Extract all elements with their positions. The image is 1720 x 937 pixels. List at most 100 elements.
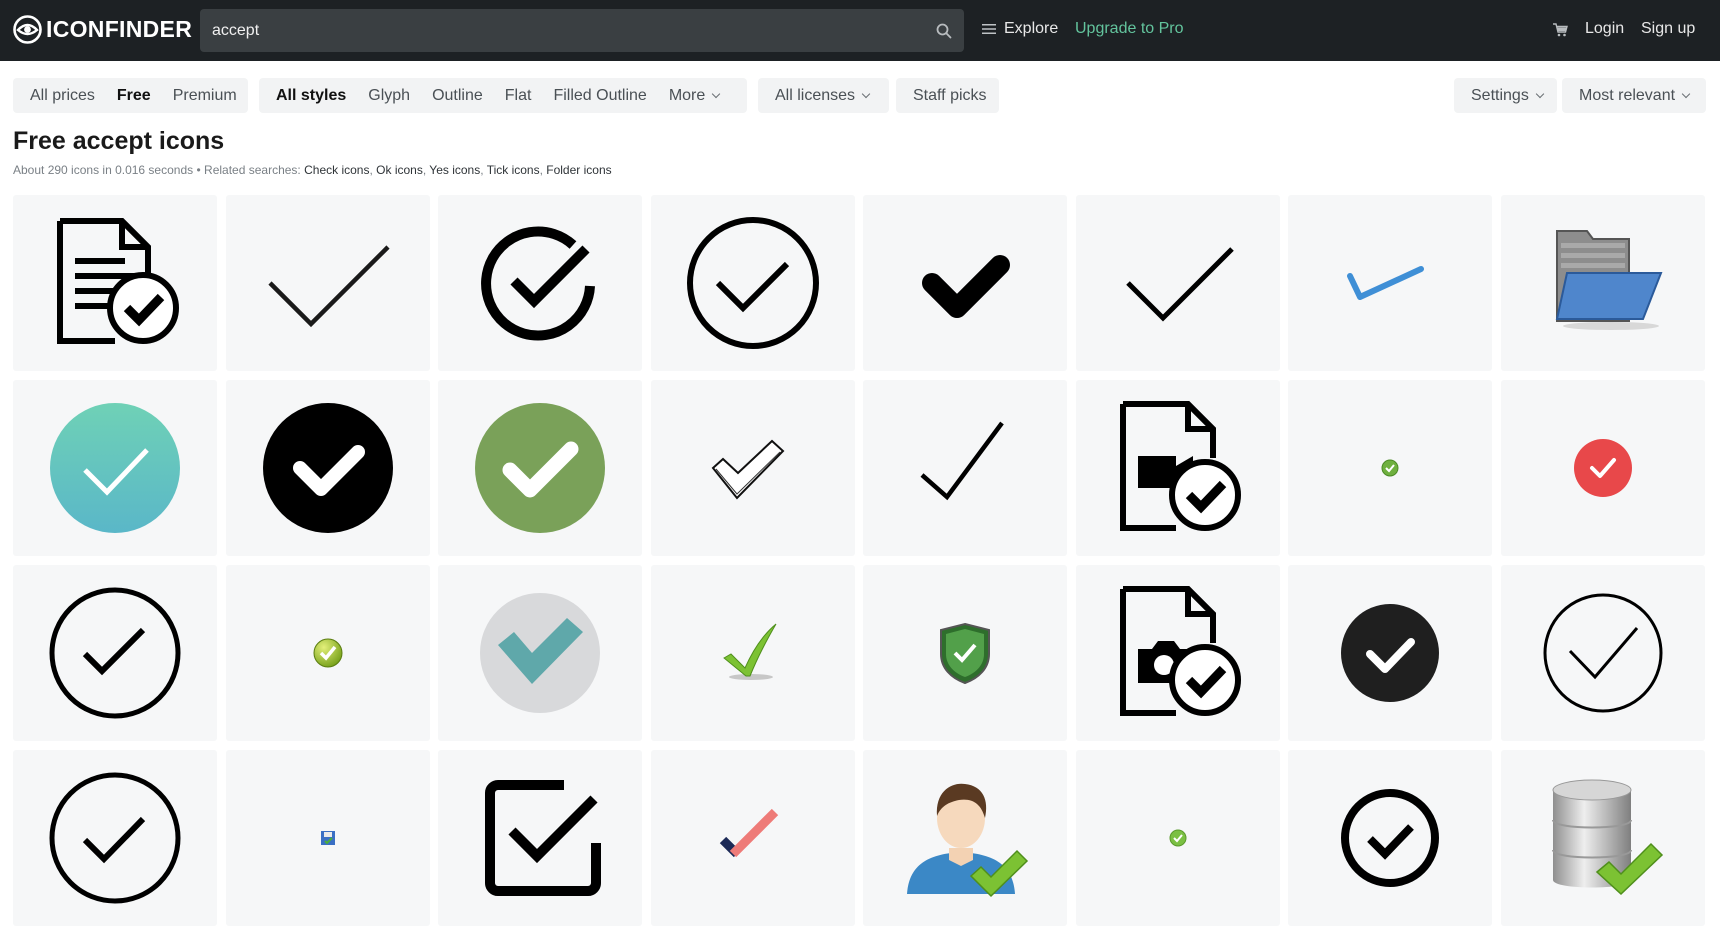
filter-free[interactable]: Free: [112, 87, 156, 105]
icon-tile[interactable]: [1075, 195, 1280, 371]
icon-tile[interactable]: [1500, 565, 1705, 741]
related-search-link[interactable]: Ok icons: [376, 163, 423, 177]
icon-tile[interactable]: [438, 380, 642, 556]
icon-tile[interactable]: [13, 565, 217, 741]
chevron-down-icon: [861, 89, 871, 99]
icon-tile[interactable]: [438, 565, 642, 741]
check-line-icon: [1125, 247, 1234, 322]
save-check-tiny-icon: [320, 831, 335, 845]
explore-label: Explore: [1004, 20, 1059, 37]
icon-tile[interactable]: [863, 195, 1067, 371]
icon-tile[interactable]: [1500, 380, 1705, 556]
icon-tile[interactable]: [1075, 380, 1280, 556]
filter-all-styles[interactable]: All styles: [271, 87, 351, 105]
check-glossy-green-icon: [722, 623, 776, 680]
more-label: More: [668, 86, 706, 104]
search-icon[interactable]: [924, 9, 964, 52]
filter-all-prices[interactable]: All prices: [25, 87, 100, 105]
filter-premium[interactable]: Premium: [168, 87, 242, 105]
chevron-down-icon: [1535, 89, 1545, 99]
check-circle-black-icon: [262, 403, 393, 533]
icon-tile[interactable]: [863, 380, 1067, 556]
check-sketch-icon: [711, 439, 784, 500]
camera-file-check-icon: [1119, 586, 1241, 716]
icon-tile[interactable]: [438, 195, 642, 371]
icon-tile[interactable]: [863, 750, 1067, 926]
settings-item: Settings: [1466, 87, 1548, 105]
icon-tile[interactable]: [1288, 565, 1492, 741]
icon-tile[interactable]: [1500, 195, 1705, 371]
check-circle-teal-icon: [50, 403, 180, 533]
check-tiny-green-icon: [1381, 459, 1399, 477]
icon-tile[interactable]: [1075, 565, 1280, 741]
icon-tile[interactable]: [650, 195, 855, 371]
icon-tile[interactable]: [13, 750, 217, 926]
video-file-check-icon: [1119, 401, 1241, 531]
results-count: About 290 icons in 0.016 seconds: [13, 163, 194, 177]
filter-outline[interactable]: Outline: [427, 87, 488, 105]
icon-tile[interactable]: [863, 565, 1067, 741]
related-search-link[interactable]: Tick icons: [487, 163, 540, 177]
icon-tile[interactable]: [225, 750, 430, 926]
filter-glyph[interactable]: Glyph: [363, 87, 415, 105]
upgrade-to-pro-link[interactable]: Upgrade to Pro: [1075, 20, 1184, 38]
check-circle-green-icon: [475, 403, 605, 533]
licenses-dropdown[interactable]: All licenses: [758, 78, 889, 113]
search-bar: [200, 9, 964, 52]
icon-tile[interactable]: [225, 380, 430, 556]
checkbox-checked-icon: [485, 780, 601, 896]
cart-icon[interactable]: [1553, 23, 1568, 42]
check-thin-icon: [267, 245, 390, 328]
settings-dropdown[interactable]: Settings: [1454, 78, 1557, 113]
folder-open-icon: [1555, 230, 1662, 330]
related-search-link[interactable]: Folder icons: [546, 163, 611, 177]
related-search-link[interactable]: Yes icons: [429, 163, 480, 177]
icon-tile[interactable]: [225, 195, 430, 371]
explore-menu-button[interactable]: Explore: [982, 20, 1058, 38]
sort-dropdown[interactable]: Most relevant: [1562, 78, 1706, 113]
icon-tile[interactable]: [1500, 750, 1705, 926]
icon-tile[interactable]: [1288, 750, 1492, 926]
related-label: Related searches:: [204, 163, 301, 177]
page-title: Free accept icons: [13, 127, 225, 155]
check-circle-outline-icon: [686, 217, 819, 349]
licenses-label: All licenses: [775, 86, 856, 104]
login-link[interactable]: Login: [1585, 20, 1624, 38]
filter-filled-outline[interactable]: Filled Outline: [548, 87, 651, 105]
icon-tile[interactable]: [438, 750, 642, 926]
staff-picks-filter[interactable]: Staff picks: [896, 78, 999, 113]
check-circle-outline-3-icon: [1543, 593, 1662, 713]
search-input[interactable]: [200, 9, 924, 52]
check-circle-dark-icon: [1341, 604, 1439, 702]
check-circle-bold-outline-icon: [1341, 789, 1439, 887]
check-circle-outline-4-icon: [49, 772, 181, 904]
icon-tile[interactable]: [1288, 195, 1492, 371]
results-summary: About 290 icons in 0.016 seconds • Relat…: [13, 163, 612, 177]
filter-flat[interactable]: Flat: [500, 87, 537, 105]
database-check-icon: [1551, 779, 1663, 896]
hamburger-icon: [982, 24, 996, 34]
check-circle-red-icon: [1573, 439, 1632, 497]
icon-tile[interactable]: [650, 565, 855, 741]
settings-label: Settings: [1471, 86, 1529, 104]
icon-tile[interactable]: [1288, 380, 1492, 556]
icon-tile[interactable]: [650, 380, 855, 556]
check-two-tone-icon: [719, 808, 778, 858]
icon-grid: [13, 195, 1705, 926]
shield-check-icon: [940, 622, 990, 685]
check-circle-open-icon: [481, 226, 595, 341]
icon-tile[interactable]: [1075, 750, 1280, 926]
bullet-separator: •: [196, 163, 201, 177]
sort-item: Most relevant: [1574, 87, 1694, 105]
related-search-link[interactable]: Check icons: [304, 163, 369, 177]
signup-link[interactable]: Sign up: [1641, 20, 1695, 38]
iconfinder-logo[interactable]: ICONFINDER: [13, 15, 192, 44]
user-check-icon: [907, 783, 1029, 898]
filter-more-dropdown[interactable]: More: [664, 87, 724, 105]
icon-tile[interactable]: [225, 565, 430, 741]
icon-tile[interactable]: [650, 750, 855, 926]
icon-tile[interactable]: [13, 380, 217, 556]
icon-tile[interactable]: [13, 195, 217, 371]
top-navbar: ICONFINDER Explore Upgrade to Pro Login …: [0, 0, 1720, 61]
check-blue-icon: [1347, 266, 1424, 300]
